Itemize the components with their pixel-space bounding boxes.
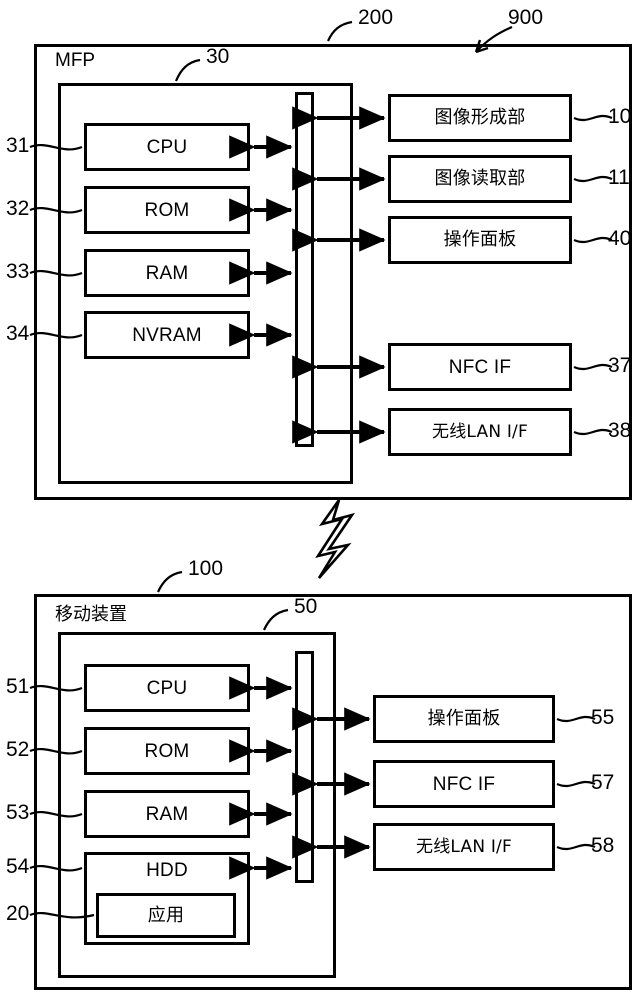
ref-52: 52	[6, 738, 30, 761]
leader-100	[158, 572, 182, 592]
leader-30	[176, 60, 200, 81]
ref-53: 53	[6, 801, 30, 824]
ref-51: 51	[6, 675, 30, 698]
ref-31: 31	[6, 134, 30, 157]
leader-40	[574, 238, 612, 242]
leader-52	[30, 749, 82, 753]
leader-53	[30, 812, 82, 816]
leader-900	[476, 27, 512, 52]
leader-10	[574, 116, 612, 120]
leader-11	[574, 177, 612, 181]
ref-34: 34	[6, 322, 30, 345]
leader-32	[30, 208, 82, 212]
leader-50	[264, 610, 288, 630]
leader-54	[30, 866, 82, 870]
leader-200	[328, 22, 352, 41]
ref-30: 30	[206, 45, 230, 68]
ref-58: 58	[591, 834, 615, 857]
leader-55	[557, 717, 595, 721]
ref-20: 20	[6, 902, 30, 925]
leader-51	[30, 686, 82, 690]
ref-900: 900	[508, 6, 544, 29]
ref-200: 200	[358, 6, 394, 29]
leader-31	[30, 145, 82, 149]
ref-57: 57	[591, 771, 615, 794]
ref-50: 50	[294, 595, 318, 618]
ref-55: 55	[591, 706, 615, 729]
ref-37: 37	[608, 354, 632, 377]
leader-57	[557, 782, 595, 786]
leader-20	[30, 913, 94, 917]
ref-32: 32	[6, 197, 30, 220]
leader-34	[30, 333, 82, 337]
leader-38	[574, 430, 612, 434]
figure-canvas: MFP CPU ROM RAM NVRAM 图像形成部 图像读取部 操作面板 N…	[0, 0, 638, 1000]
ref-11: 11	[608, 166, 630, 189]
ref-38: 38	[608, 419, 632, 442]
ref-100: 100	[188, 557, 224, 580]
leader-58	[557, 845, 595, 849]
ref-40: 40	[608, 227, 632, 250]
lightning-bolt-icon	[318, 500, 352, 578]
leader-37	[574, 365, 612, 369]
ref-33: 33	[6, 260, 30, 283]
ref-10: 10	[608, 105, 632, 128]
ref-54: 54	[6, 855, 30, 878]
leader-33	[30, 271, 82, 275]
connector-overlay	[0, 0, 638, 1000]
